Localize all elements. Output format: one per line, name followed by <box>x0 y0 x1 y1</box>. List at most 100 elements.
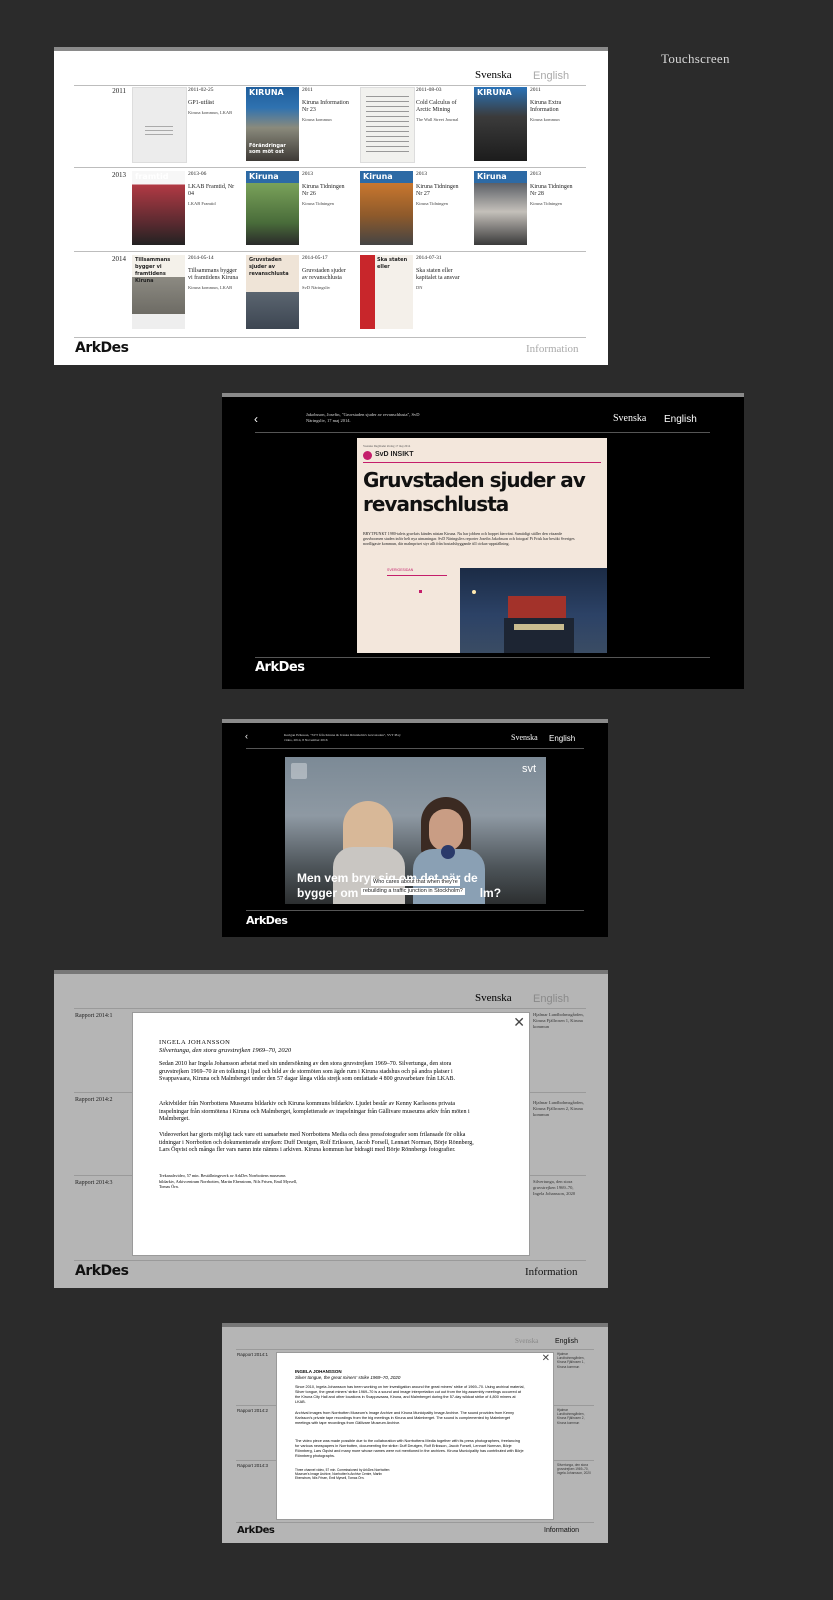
publication-date: 2013 <box>302 171 313 177</box>
article-kicker: SvD INSIKT <box>375 451 414 458</box>
window-bar <box>222 393 744 397</box>
publication-title: Cold Calculus of Arctic Mining <box>416 100 457 113</box>
publication-title: Gruvstaden sjuder av revanschlusta <box>302 268 346 281</box>
modal-author: INGELA JOHANSSON <box>295 1369 342 1374</box>
modal-author: INGELA JOHANSSON <box>159 1039 231 1046</box>
screen-archive-grid: Svenska English 2011 2011-02-25 GP1-utfäst… <box>54 47 608 365</box>
cover-title: Kiruna <box>249 173 279 180</box>
publication-title: Tillsammans bygger vi framtidens Kiruna <box>188 268 238 281</box>
modal-work-title: Silver tongue, the great miners' strike … <box>295 1375 401 1380</box>
lang-english[interactable]: English <box>533 993 569 1005</box>
publication-meta: 2011 Kiruna Extra Information Kiruna kommu… <box>530 87 580 123</box>
publication-cover[interactable]: Tillsammans bygger vi framtidens Kiruna <box>132 255 185 329</box>
article-page: Svenska Dagbladet lördag 17 maj 2014 SvD… <box>357 438 607 653</box>
modal-credits: Trekanalsvideo, 57 min. Beställningsverk… <box>159 1173 298 1189</box>
publication-meta: 2013 Kiruna Tidningen Nr 27 Kiruna Tidning… <box>416 171 466 207</box>
publication-source: DN <box>416 285 423 290</box>
modal-paragraph-1: Since 2010, Ingela Johansson has been wo… <box>295 1385 525 1404</box>
lang-svenska[interactable]: Svenska <box>511 733 538 742</box>
lang-svenska[interactable]: Svenska <box>475 992 512 1004</box>
close-icon[interactable]: ✕ <box>542 1354 550 1364</box>
lang-english[interactable]: English <box>664 414 697 425</box>
publication-cover[interactable]: Kiruna <box>246 171 299 245</box>
publication-cover[interactable]: KIRUNA <box>474 87 527 161</box>
report-label-3[interactable]: Rapport 2014:3 <box>75 1179 113 1187</box>
screen-modal-swedish: Svenska English Rapport 2014:1 Hjalmar L… <box>54 970 608 1288</box>
modal-credits: Three channel video, 57 min. Commissione… <box>295 1468 390 1481</box>
publication-cover[interactable] <box>360 87 415 163</box>
lang-english[interactable]: English <box>533 70 569 82</box>
lang-svenska[interactable]: Svenska <box>613 413 646 424</box>
lang-svenska[interactable]: Svenska <box>475 69 512 81</box>
arkdes-logo[interactable]: ArkDes <box>237 1525 275 1536</box>
newspaper-line <box>366 126 409 127</box>
subtitle-sv-line2: bygger om <box>297 886 359 900</box>
publication-meta: 2013 Kiruna Tidningen Nr 26 Kiruna Tidning… <box>302 171 352 207</box>
lang-english[interactable]: English <box>549 734 575 743</box>
publication-cover[interactable]: framtid <box>132 171 185 245</box>
info-modal: ✕ INGELA JOHANSSON Silvertunga, den stor… <box>132 1012 530 1256</box>
newspaper-line <box>366 96 409 97</box>
publication-title: Kiruna Extra Information <box>530 100 562 113</box>
window-bar <box>222 719 608 723</box>
report-label-2[interactable]: Rapport 2014:2 <box>75 1096 113 1104</box>
report-label-1[interactable]: Rapport 2014:1 <box>237 1352 268 1358</box>
report-side-1: Hjalmar Lundbohmsgården, Kiruna Fjällros… <box>533 1012 584 1029</box>
screen-video: ‹ Kerigan Eriksson, "SVT från Kiruna & I… <box>222 719 608 937</box>
report-side-2: Hjalmar Lundbohmsgården, Kiruna Fjällros… <box>533 1100 584 1117</box>
back-arrow-icon[interactable]: ‹ <box>254 412 258 426</box>
screen-modal-english: Svenska English Rapport 2014:1 Hjalmar L… <box>222 1323 608 1543</box>
subtitle-sv-end: lm? <box>479 886 502 900</box>
row-divider <box>74 167 586 168</box>
publication-title: GP1-utfäst <box>188 100 214 106</box>
information-button[interactable]: Information <box>525 1266 578 1278</box>
publication-cover[interactable]: Gruvstaden sjuder av revanschlusta <box>246 255 299 329</box>
publication-cover[interactable]: Kiruna <box>360 171 413 245</box>
back-arrow-icon[interactable]: ‹ <box>245 731 248 741</box>
article-topline: Svenska Dagbladet lördag 17 maj 2014 <box>363 444 411 448</box>
publication-date: 2014-05-17 <box>302 255 328 261</box>
report-label-3[interactable]: Rapport 2014:3 <box>237 1463 268 1469</box>
newspaper-line <box>366 131 409 132</box>
publication-date: 2011-02-25 <box>188 87 214 93</box>
publication-cover[interactable] <box>132 87 187 163</box>
doc-line <box>145 126 173 127</box>
info-modal: ✕ INGELA JOHANSSON Silver tongue, the gr… <box>276 1352 554 1520</box>
information-button[interactable]: Information <box>544 1527 579 1534</box>
newspaper-line <box>366 146 409 147</box>
publication-source: SvD Näringsliv <box>302 285 331 290</box>
modal-work-title: Silvertunga, den stora gruvstrejken 1969… <box>159 1047 292 1054</box>
lang-svenska[interactable]: Svenska <box>515 1337 538 1345</box>
screen-article: ‹ Jakobsson, Josefin, "Gruvstaden sjuder… <box>222 393 744 689</box>
publication-meta: 2011-08-03 Cold Calculus of Arctic Mining… <box>416 87 466 123</box>
publication-cover[interactable]: Ska staten eller <box>360 255 413 329</box>
report-label-2[interactable]: Rapport 2014:2 <box>237 1408 268 1414</box>
publication-cover[interactable]: Kiruna <box>474 171 527 245</box>
newspaper-line <box>366 106 409 107</box>
publication-source: Kiruna kommun <box>302 117 332 122</box>
year-label: 2011 <box>112 87 126 95</box>
arkdes-logo[interactable]: ArkDes <box>75 1263 129 1279</box>
arkdes-logo[interactable]: ArkDes <box>255 660 305 675</box>
window-bar <box>54 47 608 51</box>
cover-subtitle: Förändringar som möt ost <box>249 143 286 155</box>
publication-title: Kiruna Tidningen Nr 26 <box>302 184 345 197</box>
newspaper-line <box>366 101 409 102</box>
report-label-1[interactable]: Rapport 2014:1 <box>75 1012 113 1020</box>
subtitle-english-1: Who cares about that when they're <box>371 879 460 886</box>
publication-date: 2011 <box>302 87 313 93</box>
arkdes-logo[interactable]: ArkDes <box>246 914 288 927</box>
video-player[interactable]: svt Men vem bryr sig om det när de bygge… <box>285 757 546 904</box>
publication-cover[interactable]: KIRUNA Förändringar som möt ost <box>246 87 299 161</box>
year-label: 2013 <box>112 171 126 179</box>
close-icon[interactable]: ✕ <box>513 1015 525 1029</box>
publication-source: Kiruna kommun, LKAB <box>188 110 233 115</box>
publication-meta: 2011 Kiruna Information Nr 23 Kiruna kommu… <box>302 87 352 123</box>
report-side-3: Silvertunga, den stora gruvstrejken 1969… <box>533 1179 576 1196</box>
publication-source: Kiruna Tidningen <box>530 201 562 206</box>
information-button[interactable]: Information <box>526 343 579 355</box>
arkdes-logo[interactable]: ArkDes <box>75 340 129 356</box>
lang-english[interactable]: English <box>555 1338 578 1345</box>
microphone-icon <box>441 845 455 859</box>
cover-title: KIRUNA <box>249 89 284 96</box>
